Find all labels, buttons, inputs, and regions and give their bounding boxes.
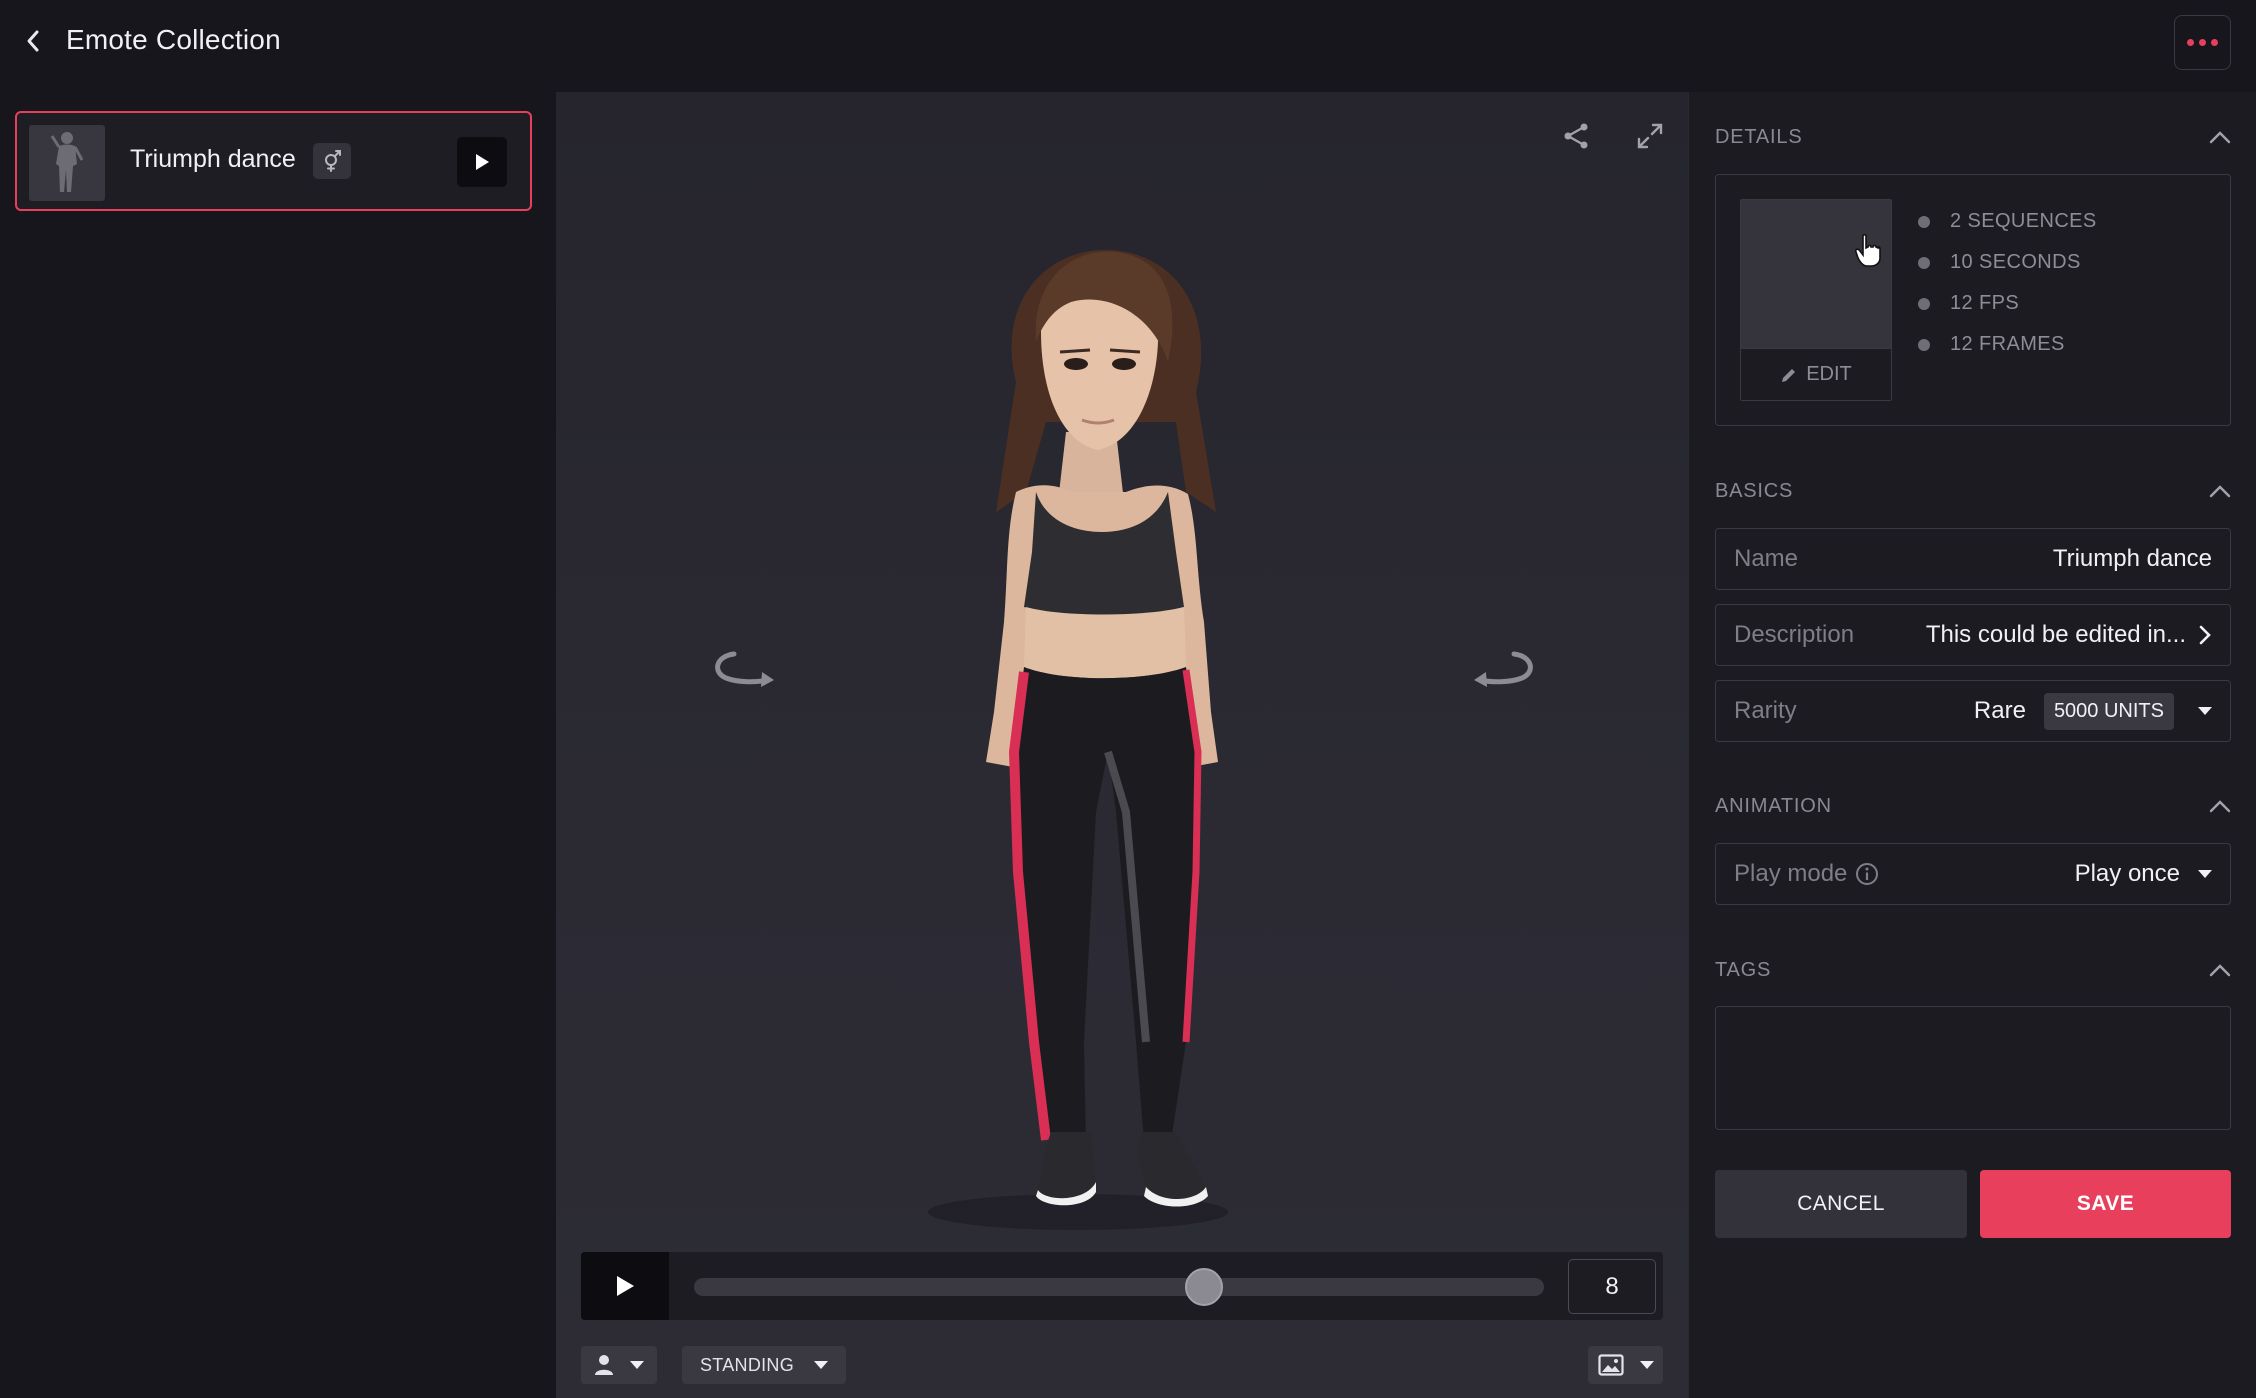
- more-dot-icon: [2199, 39, 2206, 46]
- emote-list-item[interactable]: Triumph dance: [15, 111, 532, 211]
- bullet-icon: [1918, 338, 1930, 351]
- play-icon: [617, 1276, 634, 1296]
- stat-text: 2 SEQUENCES: [1950, 210, 2097, 232]
- description-label: Description: [1734, 621, 1855, 648]
- bullet-icon: [1918, 215, 1930, 228]
- properties-panel: DETAILS EDIT 2 SEQUENCES 10 SECONDS 12 F…: [1688, 92, 2256, 1398]
- animation-title: ANIMATION: [1715, 794, 1832, 817]
- pose-label: STANDING: [699, 1354, 795, 1375]
- fullscreen-button[interactable]: [1630, 116, 1670, 156]
- animation-section-header[interactable]: ANIMATION: [1715, 789, 2231, 823]
- play-mode-label: Play mode: [1734, 860, 1848, 887]
- stat-item: 12 FPS: [1918, 283, 2097, 324]
- tags-section-header[interactable]: TAGS: [1715, 953, 2231, 987]
- rarity-label: Rarity: [1734, 697, 1797, 724]
- emote-thumbnail: [29, 125, 105, 201]
- frame-input[interactable]: 8: [1568, 1259, 1656, 1314]
- play-mode-value: Play once: [2074, 860, 2180, 887]
- emote-play-button[interactable]: [457, 137, 507, 187]
- name-value[interactable]: Triumph dance: [2053, 545, 2212, 573]
- timeline-slider-handle[interactable]: [1185, 1268, 1223, 1306]
- stat-text: 12 FRAMES: [1950, 333, 2065, 355]
- chevron-up-icon: [2209, 800, 2231, 813]
- share-button[interactable]: [1556, 116, 1596, 156]
- avatar-figure: [928, 249, 1228, 1230]
- edit-label: EDIT: [1806, 363, 1852, 385]
- thumbnail-preview[interactable]: EDIT: [1740, 199, 1892, 401]
- expand-icon: [1637, 123, 1663, 149]
- basics-title: BASICS: [1715, 479, 1794, 502]
- bullet-icon: [1918, 256, 1930, 269]
- caret-down-icon: [630, 1361, 644, 1369]
- stat-text: 10 SECONDS: [1950, 251, 2081, 273]
- avatar-viewport[interactable]: 8 STANDING: [556, 92, 1688, 1398]
- stat-item: 10 SECONDS: [1918, 242, 2097, 283]
- back-button[interactable]: [18, 26, 48, 56]
- header: Emote Collection: [0, 0, 2256, 92]
- rotate-right-icon[interactable]: [1462, 642, 1542, 702]
- edit-thumbnail-button[interactable]: EDIT: [1741, 348, 1891, 400]
- emote-list: Triumph dance: [0, 92, 556, 1398]
- timeline-slider[interactable]: [694, 1268, 1544, 1306]
- more-dot-icon: [2187, 39, 2194, 46]
- tags-title: TAGS: [1715, 958, 1772, 981]
- name-label: Name: [1734, 545, 1799, 572]
- stat-item: 2 SEQUENCES: [1918, 201, 2097, 242]
- rarity-value: Rare: [1973, 697, 2026, 724]
- more-dot-icon: [2211, 39, 2218, 46]
- pencil-icon: [1782, 368, 1796, 382]
- caret-down-icon: [1639, 1361, 1654, 1369]
- chevron-up-icon: [2209, 485, 2231, 498]
- bullet-icon: [1918, 297, 1930, 310]
- save-button[interactable]: SAVE: [1980, 1170, 2231, 1238]
- chevron-up-icon: [2209, 964, 2231, 977]
- stat-item: 12 FRAMES: [1918, 324, 2097, 365]
- pose-dropdown[interactable]: STANDING: [682, 1346, 846, 1384]
- caret-down-icon: [2198, 707, 2212, 715]
- info-icon[interactable]: [1855, 862, 1879, 886]
- name-field[interactable]: Name Triumph dance: [1715, 528, 2231, 590]
- figure-icon: [50, 132, 84, 192]
- play-mode-field[interactable]: Play mode Play once: [1715, 843, 2231, 905]
- background-dropdown[interactable]: [1588, 1346, 1663, 1384]
- caret-down-icon: [2198, 870, 2212, 878]
- chevron-up-icon: [2209, 131, 2231, 144]
- rotate-left-icon[interactable]: [706, 642, 786, 702]
- description-value: This could be edited in...: [1925, 621, 2186, 648]
- tags-input[interactable]: [1715, 1006, 2231, 1130]
- unisex-icon: [325, 150, 341, 172]
- image-icon: [1597, 1354, 1624, 1376]
- basics-section-header[interactable]: BASICS: [1715, 474, 2231, 508]
- cancel-button[interactable]: CANCEL: [1715, 1170, 1967, 1238]
- avatar-select-dropdown[interactable]: [581, 1346, 657, 1384]
- timeline: 8: [581, 1252, 1663, 1320]
- chevron-right-icon: [2199, 625, 2211, 645]
- rarity-field[interactable]: Rarity Rare 5000 UNITS: [1715, 680, 2231, 742]
- caret-down-icon: [814, 1361, 829, 1369]
- description-field[interactable]: Description This could be edited in...: [1715, 604, 2231, 666]
- stat-text: 12 FPS: [1950, 292, 2020, 314]
- details-box: EDIT 2 SEQUENCES 10 SECONDS 12 FPS 12 FR…: [1715, 174, 2231, 426]
- person-icon: [595, 1355, 613, 1375]
- gender-badge: [313, 143, 351, 179]
- details-section-header[interactable]: DETAILS: [1715, 120, 2231, 154]
- page-title: Emote Collection: [66, 24, 281, 55]
- more-options-button[interactable]: [2174, 15, 2231, 70]
- app: Emote Collection Triumph dance 8 STANDIN…: [0, 0, 2256, 1398]
- share-icon: [1564, 123, 1588, 149]
- stats-list: 2 SEQUENCES 10 SECONDS 12 FPS 12 FRAMES: [1918, 201, 2097, 365]
- details-title: DETAILS: [1715, 125, 1803, 148]
- play-icon: [476, 154, 489, 170]
- timeline-play-button[interactable]: [581, 1252, 669, 1320]
- emote-name: Triumph dance: [130, 145, 296, 173]
- rarity-units-badge: 5000 UNITS: [2043, 692, 2174, 730]
- chevron-left-icon: [27, 30, 39, 52]
